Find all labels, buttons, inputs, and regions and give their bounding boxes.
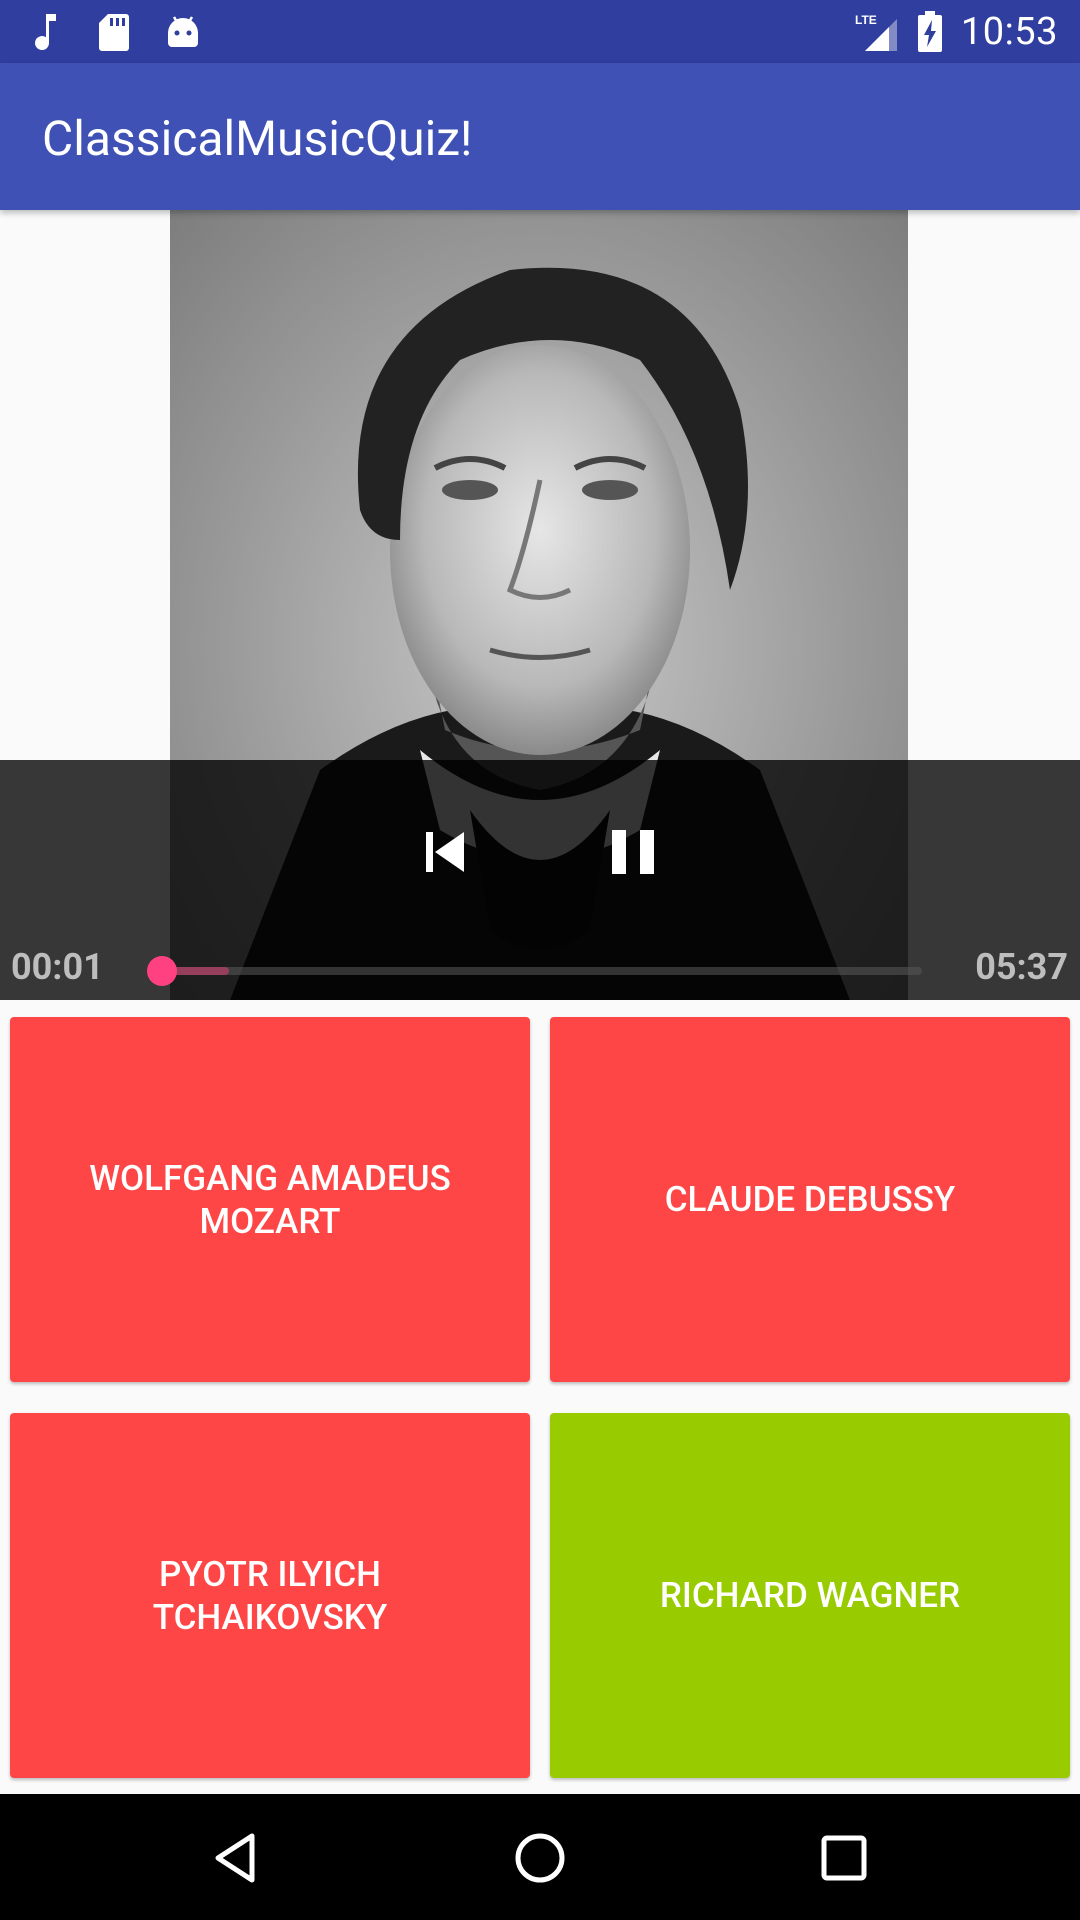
status-bar: LTE 10:53 bbox=[0, 0, 1080, 63]
battery-charging-icon bbox=[917, 11, 942, 52]
home-icon[interactable] bbox=[504, 1822, 576, 1894]
seek-thumb[interactable] bbox=[147, 956, 178, 986]
lte-signal-icon: LTE bbox=[855, 13, 897, 51]
app-title: ClassicalMusicQuiz! bbox=[42, 110, 473, 167]
network-type-label: LTE bbox=[855, 13, 877, 27]
answer-button-debussy[interactable]: CLAUDE DEBUSSY bbox=[550, 1017, 1070, 1382]
player-controls: 00:01 05:37 bbox=[0, 760, 1080, 1000]
app-bar: ClassicalMusicQuiz! bbox=[0, 63, 1080, 210]
system-status: LTE 10:53 bbox=[853, 6, 1058, 58]
skip-previous-icon[interactable] bbox=[412, 820, 476, 884]
answer-button-mozart[interactable]: WOLFGANG AMADEUS MOZART bbox=[10, 1017, 530, 1382]
media-player[interactable]: 00:01 05:37 bbox=[0, 210, 1080, 1000]
seek-bar[interactable] bbox=[160, 967, 922, 975]
navigation-bar bbox=[0, 1794, 1080, 1920]
duration-time: 05:37 bbox=[975, 946, 1068, 988]
recents-icon[interactable] bbox=[808, 1822, 880, 1894]
status-clock: 10:53 bbox=[960, 10, 1058, 54]
android-icon bbox=[168, 16, 198, 47]
notification-icons bbox=[32, 10, 200, 54]
back-icon[interactable] bbox=[200, 1822, 272, 1894]
answer-button-wagner[interactable]: RICHARD WAGNER bbox=[550, 1413, 1070, 1778]
elapsed-time: 00:01 bbox=[11, 946, 104, 988]
sd-card-icon bbox=[99, 14, 129, 51]
pause-icon[interactable] bbox=[601, 820, 665, 884]
answer-button-tchaikovsky[interactable]: PYOTR ILYICH TCHAIKOVSKY bbox=[10, 1413, 530, 1778]
music-note-icon bbox=[35, 14, 56, 51]
